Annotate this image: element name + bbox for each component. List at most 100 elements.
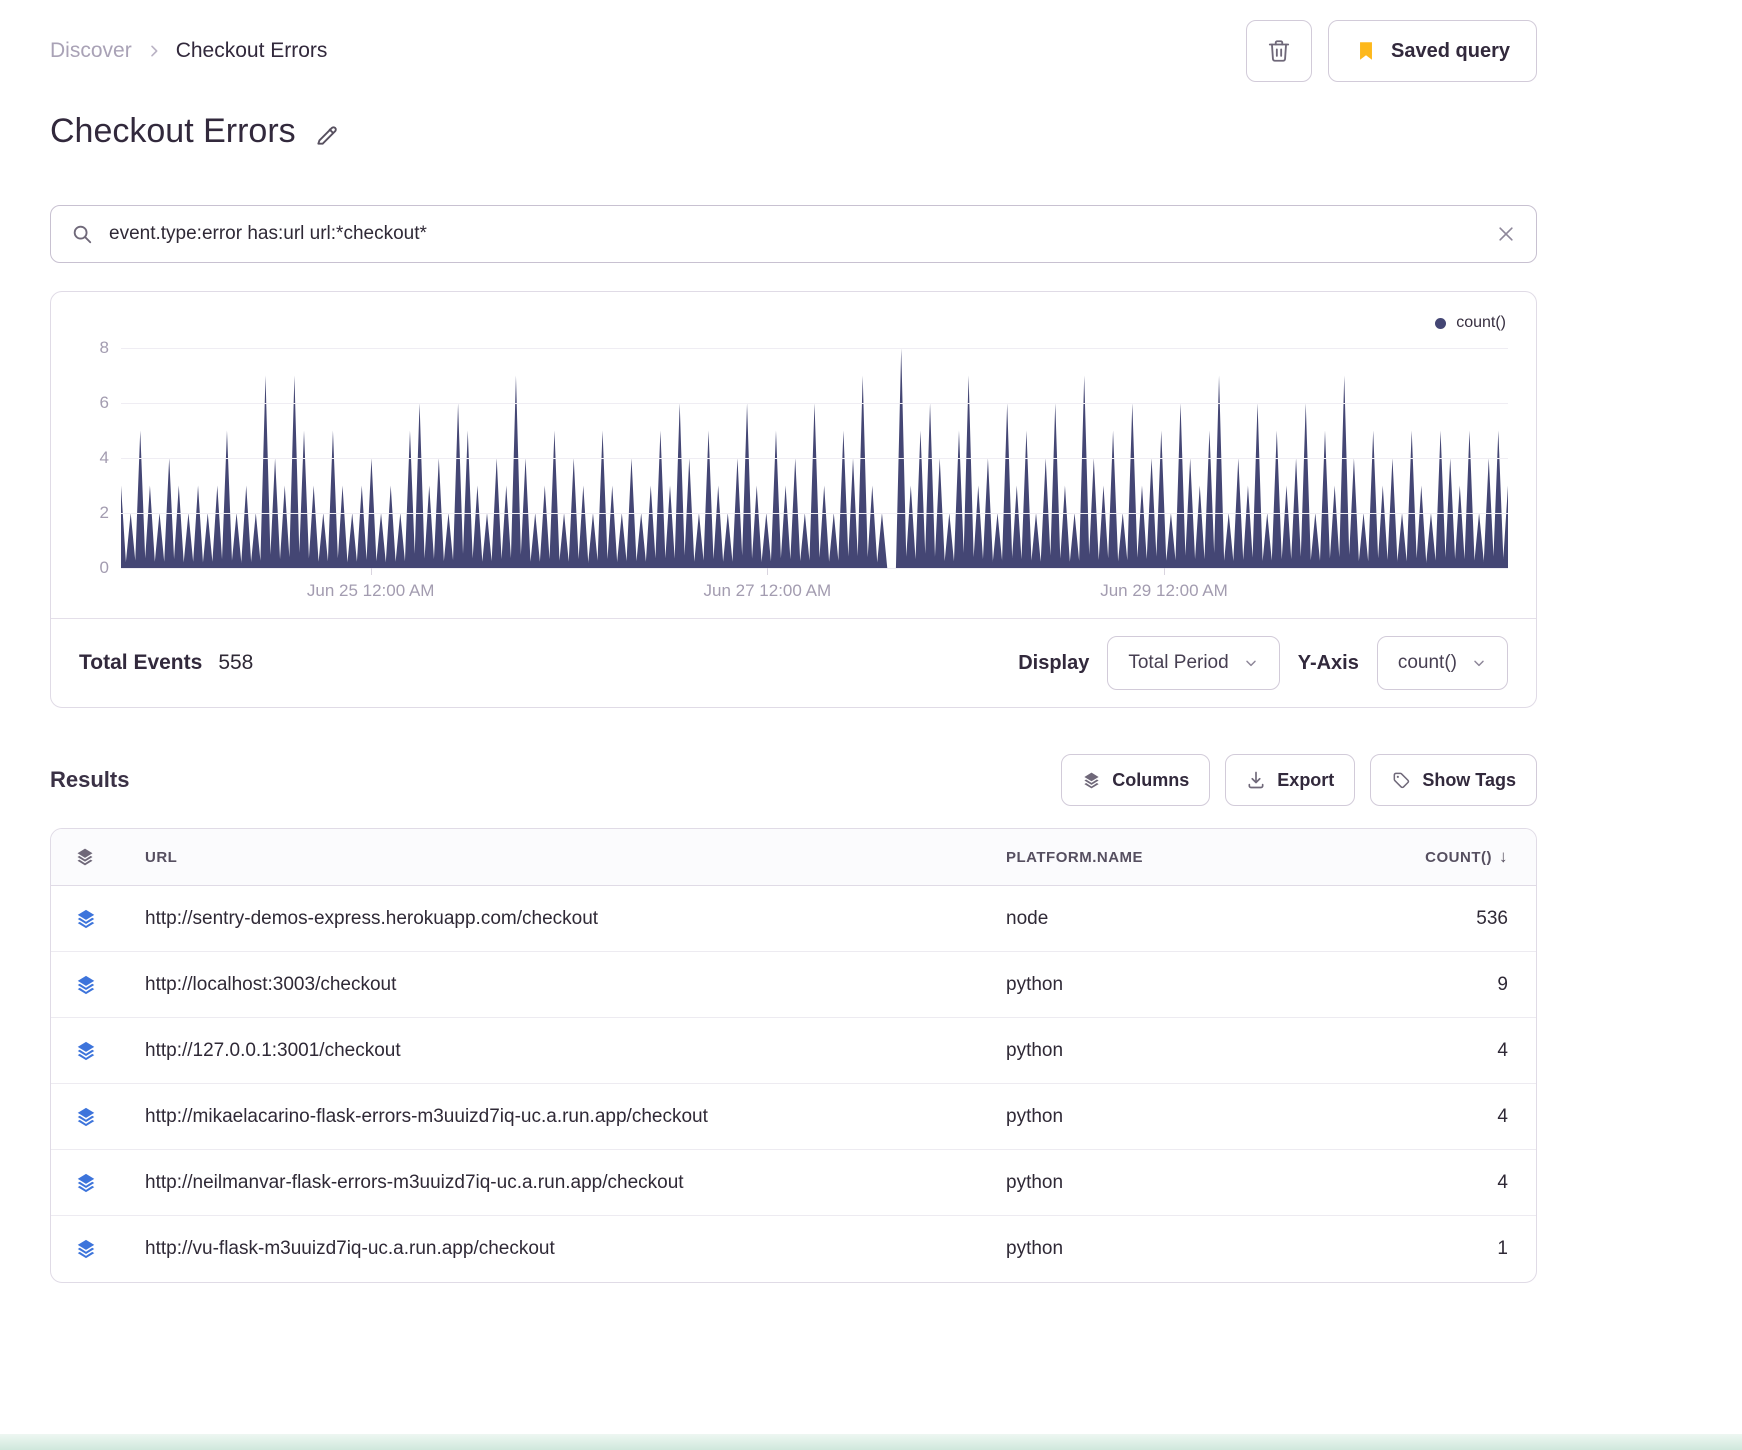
cell-url[interactable]: http://127.0.0.1:3001/checkout (145, 1040, 1006, 1062)
layers-icon[interactable] (75, 974, 145, 996)
show-tags-button[interactable]: Show Tags (1370, 754, 1537, 806)
bookmark-icon (1355, 40, 1377, 62)
display-value: Total Period (1128, 652, 1229, 673)
cell-platform: python (1006, 1171, 1064, 1193)
columns-label: Columns (1112, 769, 1190, 790)
clear-search-icon[interactable] (1496, 224, 1516, 244)
table-row[interactable]: http://127.0.0.1:3001/checkout python 4 (51, 1018, 1536, 1084)
export-label: Export (1277, 769, 1335, 790)
search-icon (71, 223, 93, 245)
chart-body: count() 0 2 4 6 8 Jun 25 12:00 AM Jun 27 12:0… (51, 292, 1536, 618)
table-row[interactable]: http://sentry-demos-express.herokuapp.co… (51, 886, 1536, 952)
display-label: Display (1018, 651, 1090, 674)
x-tick-mark (370, 568, 372, 575)
plot-row: 0 2 4 6 8 (79, 338, 1508, 577)
cell-count: 1 (1497, 1238, 1508, 1259)
columns-button[interactable]: Columns (1061, 754, 1211, 806)
x-tick-mark (1164, 568, 1166, 575)
cell-url[interactable]: http://neilmanvar-flask-errors-m3uuizd7i… (145, 1172, 1006, 1194)
breadcrumb-current: Checkout Errors (175, 39, 328, 62)
table-row[interactable]: http://neilmanvar-flask-errors-m3uuizd7i… (51, 1150, 1536, 1216)
top-bar: Discover Checkout Errors Saved query (50, 20, 1537, 82)
cell-platform: node (1006, 907, 1049, 929)
display-select[interactable]: Total Period (1107, 636, 1280, 690)
gridline (121, 403, 1508, 404)
chevron-down-icon (1243, 655, 1259, 671)
y-tick-label: 4 (99, 448, 109, 467)
table-header-row: URL PLATFORM.NAME COUNT() ↓ (51, 829, 1536, 886)
cell-count: 536 (1476, 907, 1508, 929)
column-header-url[interactable]: URL (145, 849, 1006, 866)
legend-dot (1435, 317, 1447, 329)
breadcrumb: Discover Checkout Errors (50, 39, 327, 63)
y-tick-label: 8 (99, 338, 109, 357)
cell-platform: python (1006, 1039, 1064, 1061)
count-header-label: COUNT() (1425, 848, 1492, 866)
x-tick-label: Jun 29 12:00 AM (1100, 581, 1228, 600)
download-icon (1246, 770, 1266, 790)
layers-icon[interactable] (75, 1172, 145, 1194)
gridline (121, 348, 1508, 349)
yaxis-value: count() (1397, 652, 1457, 673)
breadcrumb-discover[interactable]: Discover (50, 39, 132, 63)
cell-url[interactable]: http://vu-flask-m3uuizd7iq-uc.a.run.app/… (145, 1238, 1006, 1260)
table-row[interactable]: http://localhost:3003/checkout python 9 (51, 952, 1536, 1018)
gridline (121, 458, 1508, 459)
results-actions: Columns Export Show Tags (1061, 754, 1537, 806)
total-events-label: Total Events (79, 651, 203, 674)
saved-query-button[interactable]: Saved query (1328, 20, 1537, 82)
y-tick-label: 6 (99, 393, 109, 412)
cell-platform: python (1006, 973, 1064, 995)
yaxis-select[interactable]: count() (1376, 636, 1508, 690)
cell-platform: python (1006, 1105, 1064, 1127)
trash-icon (1266, 38, 1292, 64)
layers-icon[interactable] (75, 1106, 145, 1128)
layers-icon[interactable] (75, 1238, 145, 1260)
title-row: Checkout Errors (50, 112, 1537, 151)
total-events: Total Events 558 (79, 651, 253, 675)
show-tags-label: Show Tags (1422, 769, 1516, 790)
layers-icon[interactable] (75, 1040, 145, 1062)
x-tick-mark (767, 568, 769, 575)
chart-card: count() 0 2 4 6 8 Jun 25 12:00 AM Jun 27 12:0… (50, 291, 1537, 708)
tag-icon (1391, 770, 1411, 790)
cell-url[interactable]: http://mikaelacarino-flask-errors-m3uuiz… (145, 1106, 1006, 1128)
results-header: Results Columns Export Show Tags (50, 754, 1537, 806)
sort-desc-icon: ↓ (1499, 847, 1508, 866)
chart-footer: Total Events 558 Display Total Period Y-… (51, 618, 1536, 707)
saved-query-label: Saved query (1391, 39, 1510, 62)
cell-platform: python (1006, 1238, 1064, 1259)
table-row[interactable]: http://vu-flask-m3uuizd7iq-uc.a.run.app/… (51, 1216, 1536, 1282)
delete-query-button[interactable] (1246, 20, 1313, 82)
table-row[interactable]: http://mikaelacarino-flask-errors-m3uuiz… (51, 1084, 1536, 1150)
x-axis: Jun 25 12:00 AM Jun 27 12:00 AM Jun 29 12:… (121, 568, 1508, 612)
legend-label: count() (1456, 314, 1506, 331)
cell-url[interactable]: http://localhost:3003/checkout (145, 974, 1006, 996)
results-table: URL PLATFORM.NAME COUNT() ↓ http://sentr… (50, 828, 1537, 1283)
layers-icon[interactable] (75, 908, 145, 930)
chart-legend[interactable]: count() (79, 314, 1506, 332)
cell-count: 4 (1497, 1039, 1508, 1061)
x-tick-label: Jun 27 12:00 AM (703, 581, 832, 600)
edit-title-icon[interactable] (314, 122, 340, 148)
layers-icon (1082, 771, 1101, 790)
search-bar (50, 205, 1537, 263)
yaxis-label: Y-Axis (1297, 651, 1359, 674)
chevron-right-icon (146, 43, 162, 59)
chart-controls: Display Total Period Y-Axis count() (1018, 636, 1508, 690)
search-input[interactable] (107, 222, 1482, 246)
chevron-down-icon (1471, 655, 1487, 671)
gridline (121, 513, 1508, 514)
bottom-strip (0, 1434, 1742, 1450)
total-events-value: 558 (218, 651, 254, 674)
cell-count: 4 (1497, 1105, 1508, 1127)
column-header-count[interactable]: COUNT() ↓ (1336, 847, 1508, 867)
column-header-platform[interactable]: PLATFORM.NAME (1006, 849, 1336, 866)
layers-icon[interactable] (75, 847, 145, 867)
page-title: Checkout Errors (50, 112, 296, 150)
cell-count: 9 (1497, 973, 1508, 995)
export-button[interactable]: Export (1225, 754, 1356, 806)
x-tick-label: Jun 25 12:00 AM (306, 581, 435, 600)
topbar-actions: Saved query (1246, 20, 1537, 82)
cell-url[interactable]: http://sentry-demos-express.herokuapp.co… (145, 908, 1006, 930)
